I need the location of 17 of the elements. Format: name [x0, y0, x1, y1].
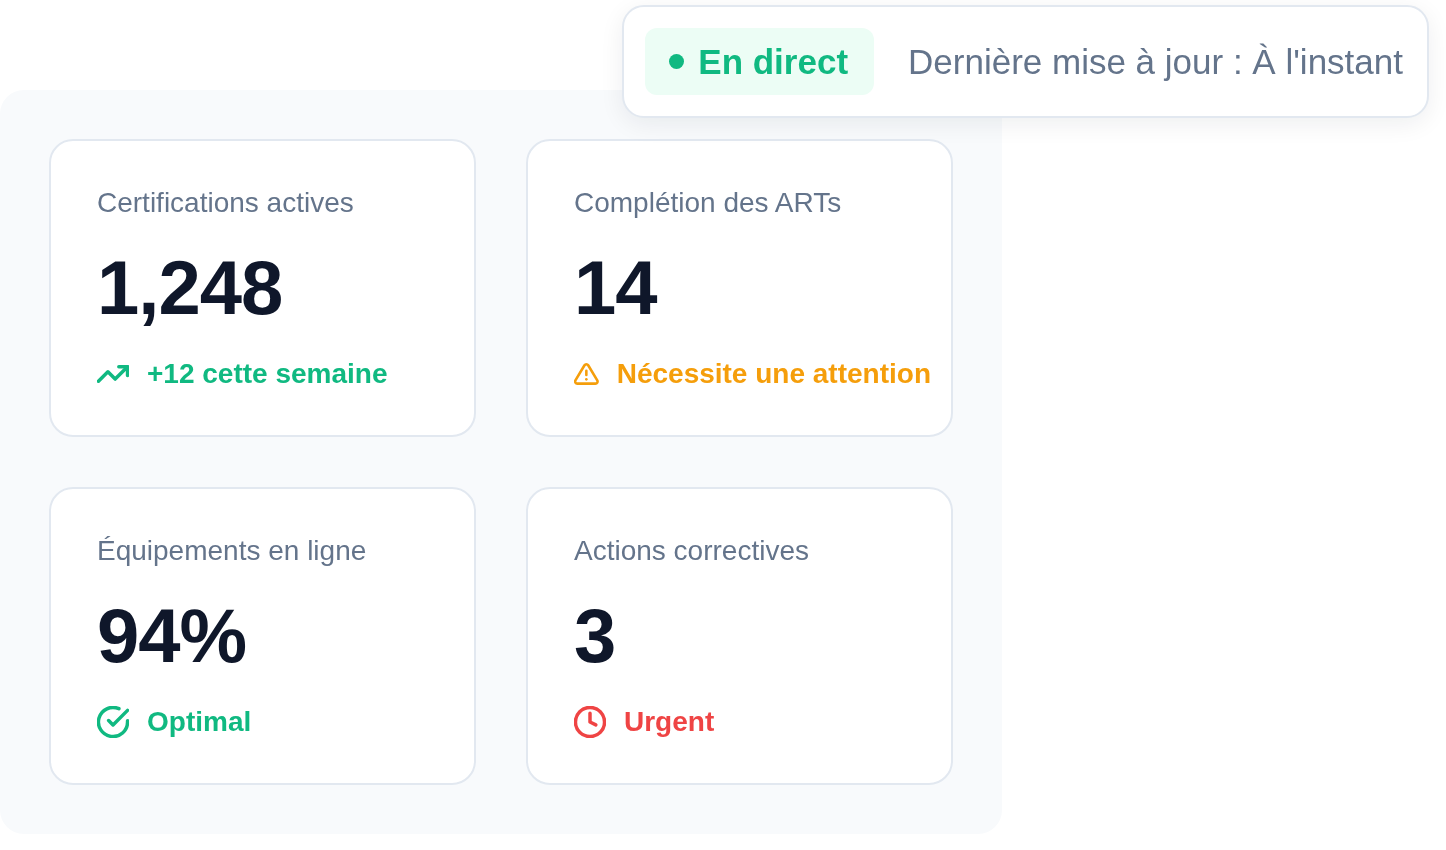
metric-value: 1,248 — [97, 248, 284, 328]
metric-label: Équipements en ligne — [97, 534, 368, 568]
last-updated-text: Dernière mise à jour : À l'instant — [908, 41, 1403, 82]
clock-icon — [574, 706, 606, 738]
check-circle-icon — [97, 706, 129, 738]
metric-value: 94% — [97, 596, 248, 676]
metric-status-text: Optimal — [147, 705, 252, 739]
metric-status-text: +12 cette semaine — [147, 357, 388, 391]
metric-value: 14 — [574, 248, 658, 328]
metric-value: 3 — [574, 596, 617, 676]
metric-status-text: Urgent — [624, 705, 715, 739]
status-dot-icon — [669, 54, 685, 69]
metric-status-text: Nécessite une attention — [616, 357, 931, 391]
live-label: En direct — [698, 41, 849, 82]
metric-label: Actions correctives — [574, 534, 810, 568]
metric-label: Complétion des ARTs — [574, 186, 843, 220]
metric-label: Certifications actives — [97, 186, 355, 220]
